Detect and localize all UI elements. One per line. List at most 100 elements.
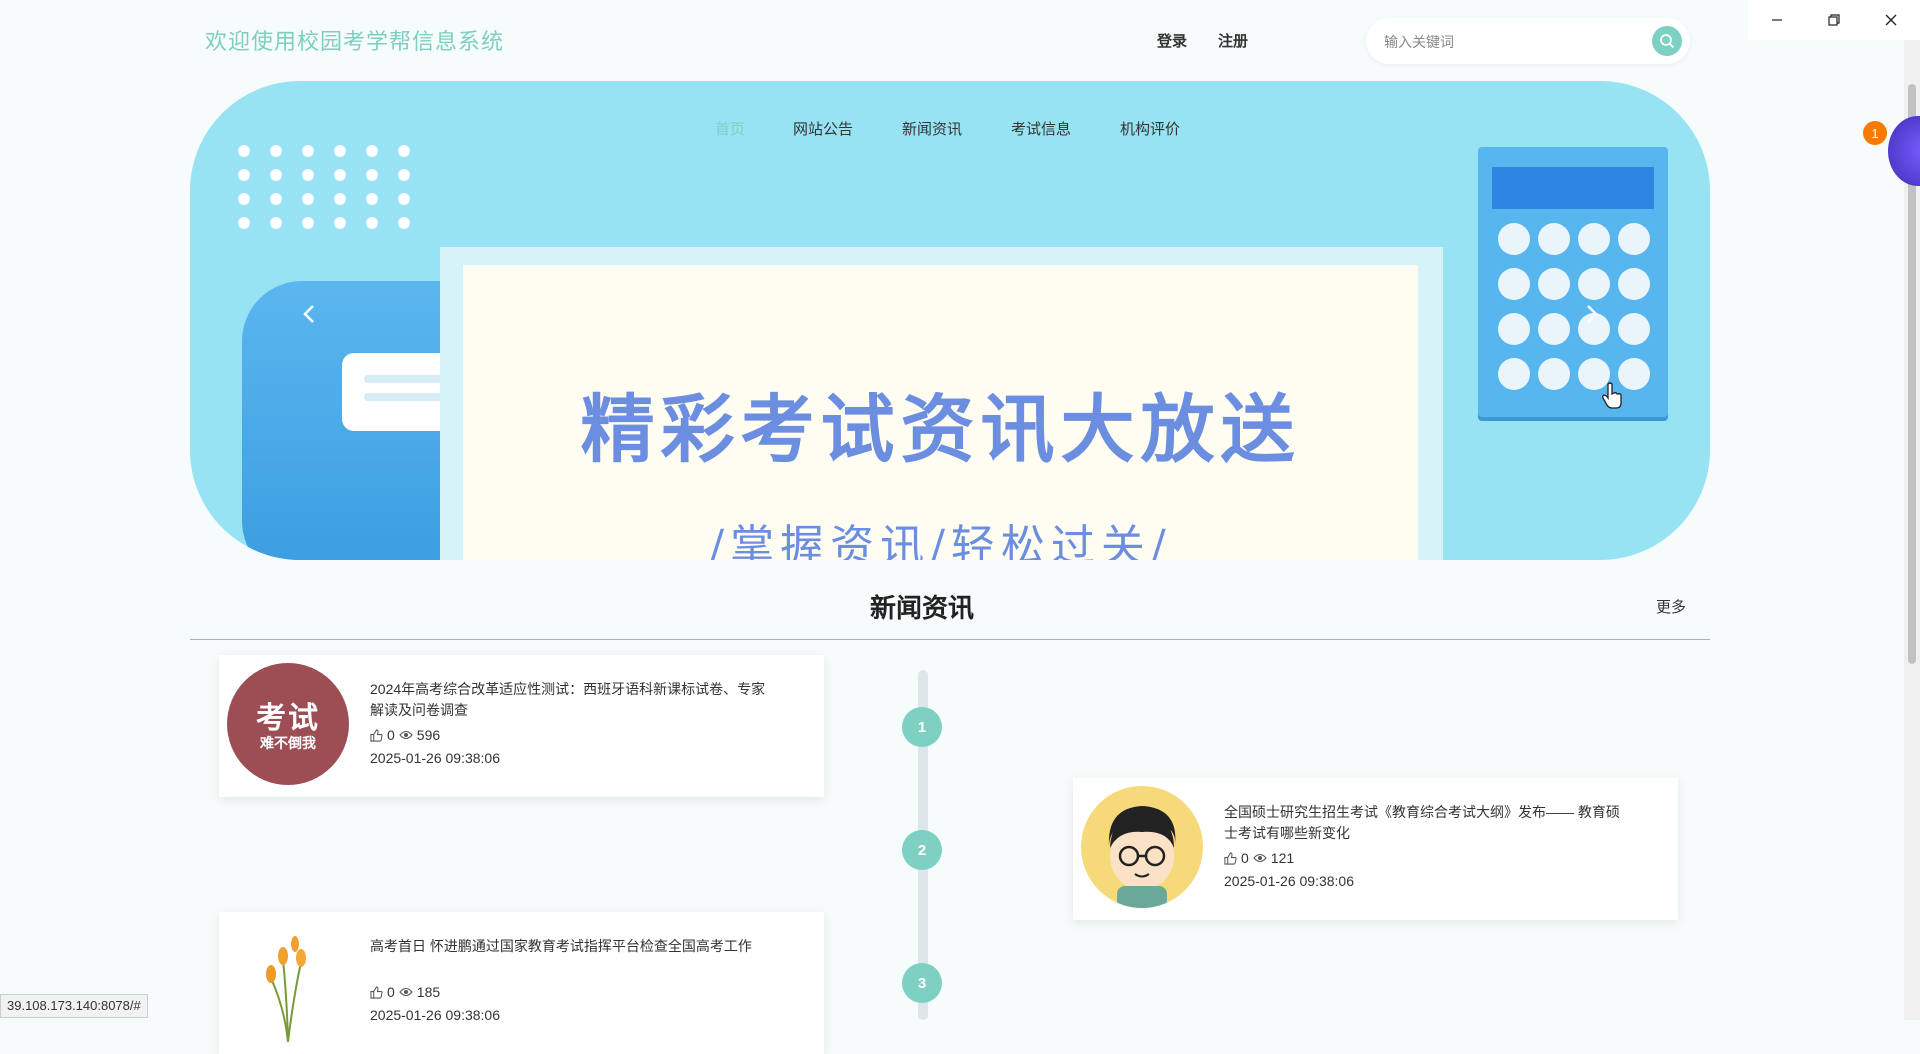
view-count: 121 <box>1270 850 1295 866</box>
calculator-key <box>1498 223 1530 255</box>
calculator-key <box>1498 268 1530 300</box>
nav-exam-info[interactable]: 考试信息 <box>1011 118 1071 139</box>
chevron-left-icon <box>303 305 314 323</box>
notification-badge: 1 <box>1863 121 1887 145</box>
thumb-subtext: 难不倒我 <box>260 735 316 751</box>
calculator-key <box>1538 268 1570 300</box>
calculator-key <box>1578 223 1610 255</box>
news-title[interactable]: 高考首日 怀进鹏通过国家教育考试指挥平台检查全国高考工作 <box>370 936 770 957</box>
calculator-key <box>1498 313 1530 345</box>
calculator-key <box>1538 313 1570 345</box>
site-title: 欢迎使用校园考学帮信息系统 <box>205 29 505 54</box>
decor-dot <box>270 169 282 181</box>
thumbs-up-icon <box>370 985 383 999</box>
thumbs-up-icon <box>370 728 383 742</box>
search-box <box>1366 18 1690 64</box>
decor-dot <box>302 217 314 229</box>
news-stats: 0 121 <box>1224 850 1294 866</box>
calculator-key <box>1538 358 1570 390</box>
more-link[interactable]: 更多 <box>1656 596 1686 617</box>
news-date: 2025-01-26 09:38:06 <box>1224 873 1354 889</box>
close-button[interactable] <box>1862 0 1919 40</box>
news-card[interactable]: 高考首日 怀进鹏通过国家教育考试指挥平台检查全国高考工作 0 185 2025-… <box>219 912 824 1054</box>
main-nav: 首页 网站公告 新闻资讯 考试信息 机构评价 <box>190 81 1710 141</box>
news-thumbnail: 考试 难不倒我 <box>227 663 349 785</box>
view-count: 185 <box>416 984 441 1000</box>
login-link[interactable]: 登录 <box>1157 30 1187 51</box>
decor-dot <box>270 193 282 205</box>
decor-dot <box>238 145 250 157</box>
close-icon <box>1885 14 1896 26</box>
news-title[interactable]: 全国硕士研究生招生考试《教育综合考试大纲》发布—— 教育硕士考试有哪些新变化 <box>1224 802 1624 844</box>
decor-dot <box>302 145 314 157</box>
news-stats: 0 185 <box>370 984 440 1000</box>
decor-dot <box>270 217 282 229</box>
like-count: 0 <box>1241 850 1249 866</box>
minimize-icon <box>1771 19 1782 21</box>
calculator-key <box>1618 223 1650 255</box>
banner-subtitle: /掌握资讯/轻松过关/ <box>709 521 1172 560</box>
timeline-node: 1 <box>902 707 942 747</box>
calculator-key <box>1498 358 1530 390</box>
carousel-prev-button[interactable] <box>294 299 324 329</box>
thumb-text: 考试 <box>256 702 320 735</box>
search-button[interactable] <box>1652 26 1682 56</box>
nav-home[interactable]: 首页 <box>715 118 745 139</box>
decor-dot <box>366 193 378 205</box>
news-date: 2025-01-26 09:38:06 <box>370 1007 500 1023</box>
like-count: 0 <box>387 727 395 743</box>
decor-dot <box>238 193 250 205</box>
restore-button[interactable] <box>1805 0 1862 40</box>
status-url: 39.108.173.140:8078/# <box>0 994 148 1018</box>
nav-announcements[interactable]: 网站公告 <box>793 118 853 139</box>
calculator-illustration <box>1478 147 1668 417</box>
thumbs-up-icon <box>1224 851 1237 865</box>
decor-dot <box>302 169 314 181</box>
eye-icon <box>399 987 413 997</box>
decor-dot <box>334 217 346 229</box>
timeline-node: 3 <box>902 963 942 1003</box>
calculator-key <box>1618 313 1650 345</box>
decor-dot <box>302 193 314 205</box>
timeline-node: 2 <box>902 830 942 870</box>
carousel-next-button[interactable] <box>1577 299 1607 329</box>
banner-title: 精彩考试资讯大放送 <box>580 387 1301 473</box>
decor-dot <box>398 217 410 229</box>
decor-dot <box>398 193 410 205</box>
decor-dot <box>334 169 346 181</box>
dot-pattern <box>238 145 428 275</box>
nav-institution-review[interactable]: 机构评价 <box>1120 118 1180 139</box>
section-divider <box>190 639 1710 640</box>
news-card[interactable]: 考试 难不倒我 2024年高考综合改革适应性测试：西班牙语科新课标试卷、专家解读… <box>219 655 824 797</box>
minimize-button[interactable] <box>1748 0 1805 40</box>
news-title[interactable]: 2024年高考综合改革适应性测试：西班牙语科新课标试卷、专家解读及问卷调查 <box>370 679 770 721</box>
chevron-right-icon <box>1587 305 1598 323</box>
assistant-widget[interactable] <box>1888 116 1920 186</box>
eye-icon <box>399 730 413 740</box>
search-input[interactable] <box>1382 30 1636 54</box>
news-date: 2025-01-26 09:38:06 <box>370 750 500 766</box>
banner-carousel: 精彩考试资讯大放送 /掌握资讯/轻松过关/ 首页 网站公告 新闻资讯 考试信息 … <box>190 81 1710 560</box>
calculator-key <box>1618 268 1650 300</box>
nav-news[interactable]: 新闻资讯 <box>902 118 962 139</box>
decor-dot <box>270 145 282 157</box>
news-thumbnail <box>227 920 349 1042</box>
calculator-key <box>1578 268 1610 300</box>
like-count: 0 <box>387 984 395 1000</box>
news-card[interactable]: 全国硕士研究生招生考试《教育综合考试大纲》发布—— 教育硕士考试有哪些新变化 0… <box>1073 778 1678 920</box>
search-icon <box>1660 34 1675 49</box>
decor-dot <box>334 145 346 157</box>
decor-dot <box>366 169 378 181</box>
decor-dot <box>238 217 250 229</box>
calculator-key <box>1538 223 1570 255</box>
decor-dot <box>398 145 410 157</box>
register-link[interactable]: 注册 <box>1218 30 1248 51</box>
news-stats: 0 596 <box>370 727 440 743</box>
decor-dot <box>366 145 378 157</box>
page-scrollbar[interactable] <box>1904 40 1920 1020</box>
decor-dot <box>398 169 410 181</box>
banner-poster: 精彩考试资讯大放送 /掌握资讯/轻松过关/ <box>463 265 1418 560</box>
flower-image <box>266 936 306 1042</box>
news-section-title: 新闻资讯 <box>870 593 975 623</box>
decor-dot <box>334 193 346 205</box>
